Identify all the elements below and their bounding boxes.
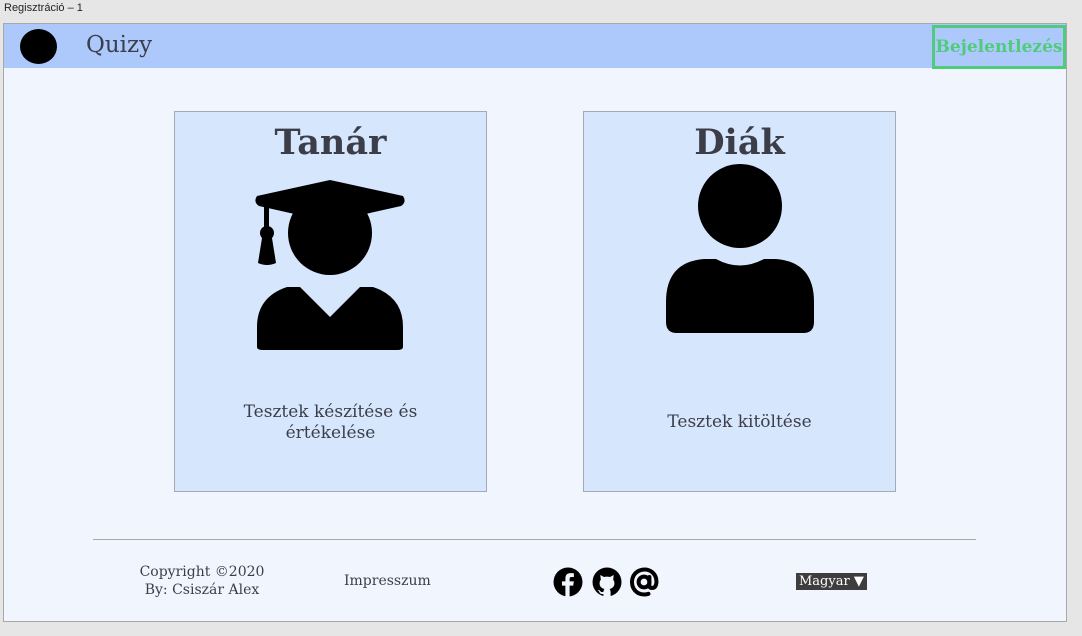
brand-name[interactable]: Quizy bbox=[86, 32, 152, 58]
student-card-description: Tesztek kitöltése bbox=[667, 412, 812, 432]
teacher-card-description: Tesztek készítése és értékelése bbox=[243, 402, 418, 443]
at-sign-icon[interactable] bbox=[630, 567, 660, 597]
copyright: Copyright ©2020 By: Csiszár Alex bbox=[132, 563, 272, 599]
app-frame: Quizy Bejelentlezés Tanár Tesztek készít… bbox=[3, 23, 1067, 622]
graduate-user-icon bbox=[255, 180, 405, 350]
footer-divider bbox=[93, 539, 976, 540]
student-card[interactable]: Diák Tesztek kitöltése bbox=[583, 111, 896, 492]
login-button[interactable]: Bejelentlezés bbox=[932, 25, 1066, 69]
facebook-icon[interactable] bbox=[553, 567, 583, 597]
logo-icon[interactable] bbox=[20, 29, 57, 64]
copyright-line: Copyright ©2020 bbox=[139, 564, 265, 580]
language-select[interactable]: Magyar ▼ bbox=[796, 573, 867, 590]
teacher-card[interactable]: Tanár Tesztek készítése és értékelése bbox=[174, 111, 487, 492]
top-header: Quizy Bejelentlezés bbox=[4, 24, 1066, 69]
user-icon bbox=[666, 164, 814, 333]
github-icon[interactable] bbox=[592, 567, 622, 597]
impressum-link[interactable]: Impresszum bbox=[344, 573, 431, 589]
window-title: Regisztráció – 1 bbox=[4, 2, 83, 14]
author-line: By: Csiszár Alex bbox=[144, 582, 260, 598]
